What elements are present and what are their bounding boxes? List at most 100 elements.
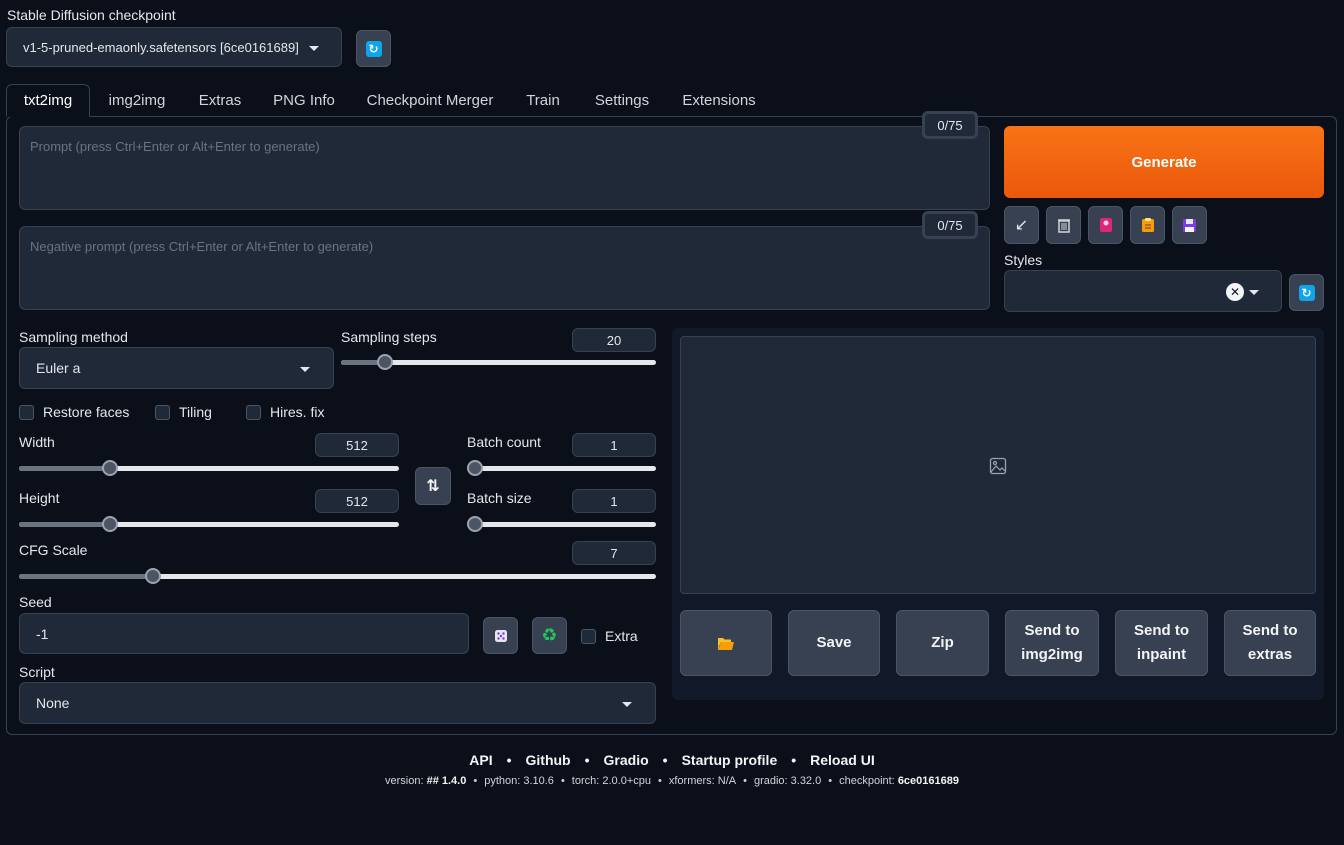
swap-dimensions-button[interactable]: ⇅ (415, 467, 451, 505)
tab-extras[interactable]: Extras (186, 84, 254, 117)
separator: • (662, 752, 668, 768)
checkpoint-value: v1-5-pruned-emaonly.safetensors [6ce0161… (23, 39, 299, 55)
card-icon (1099, 218, 1112, 232)
send-to-inpaint-button[interactable]: Send to inpaint (1115, 610, 1208, 676)
slider-thumb[interactable] (467, 516, 483, 532)
floppy-icon (1183, 218, 1196, 232)
tab-label: PNG Info (273, 92, 335, 109)
tab-extensions[interactable]: Extensions (672, 84, 766, 117)
prompt-placeholder: Prompt (press Ctrl+Enter or Alt+Enter to… (30, 139, 320, 154)
styles-refresh-button[interactable]: ↻ (1289, 274, 1324, 311)
chevron-down-icon (300, 367, 310, 372)
tab-png-info[interactable]: PNG Info (262, 84, 346, 117)
separator: • (473, 775, 478, 787)
negative-prompt-input[interactable]: Negative prompt (press Ctrl+Enter or Alt… (19, 226, 990, 310)
tab-checkpoint-merger[interactable]: Checkpoint Merger (354, 84, 506, 117)
cfg-scale-input[interactable]: 7 (572, 541, 656, 565)
height-slider[interactable] (19, 516, 399, 532)
restore-faces-checkbox[interactable] (19, 405, 34, 420)
checkpoint-refresh-button[interactable]: ↻ (356, 30, 391, 67)
batch-size-label: Batch size (467, 490, 532, 506)
clear-icon[interactable]: ✕ (1226, 283, 1244, 301)
restore-faces-label: Restore faces (43, 404, 130, 420)
extra-seed-checkbox[interactable] (581, 629, 596, 644)
zip-button[interactable]: Zip (896, 610, 989, 676)
seed-input[interactable]: -1 (19, 613, 469, 654)
refresh-icon: ↻ (1298, 284, 1315, 301)
footer-link-gradio[interactable]: Gradio (604, 752, 649, 768)
torch-version: torch: 2.0.0+cpu (571, 775, 651, 787)
tab-label: Extensions (682, 92, 756, 109)
hires-fix-checkbox[interactable] (246, 405, 261, 420)
slider-thumb[interactable] (377, 354, 394, 370)
recycle-icon: ♻ (541, 625, 558, 645)
tab-txt2img[interactable]: txt2img (6, 84, 90, 117)
script-dropdown[interactable]: None (19, 682, 656, 724)
batch-count-input[interactable]: 1 (572, 433, 656, 457)
cfg-scale-slider[interactable] (19, 568, 656, 584)
send-to-img2img-button[interactable]: Send to img2img (1005, 610, 1099, 676)
checkpoint-dropdown[interactable]: v1-5-pruned-emaonly.safetensors [6ce0161… (6, 27, 342, 67)
prompt-token-counter: 0/75 (922, 111, 978, 139)
separator: • (743, 775, 747, 787)
script-value: None (36, 695, 70, 711)
batch-count-slider[interactable] (467, 460, 656, 476)
prompt-input[interactable]: Prompt (press Ctrl+Enter or Alt+Enter to… (19, 126, 990, 210)
tab-label: Extras (198, 92, 242, 109)
footer-link-startup-profile[interactable]: Startup profile (682, 752, 778, 768)
generate-button[interactable]: Generate (1004, 126, 1324, 198)
sampling-method-value: Euler a (36, 360, 81, 376)
width-label: Width (19, 434, 55, 450)
sampling-steps-slider[interactable] (341, 354, 656, 370)
read-params-button[interactable]: ↙ (1004, 206, 1039, 244)
chevron-down-icon (1249, 290, 1259, 295)
image-placeholder-icon (989, 457, 1007, 475)
tab-img2img[interactable]: img2img (96, 84, 178, 117)
reuse-seed-button[interactable]: ♻ (532, 617, 567, 654)
sampling-method-dropdown[interactable]: Euler a (19, 347, 334, 389)
slider-fill (19, 522, 111, 527)
tab-settings[interactable]: Settings (580, 84, 664, 117)
checkpoint-hash: 6ce0161689 (897, 775, 959, 787)
output-gallery[interactable] (680, 336, 1316, 594)
slider-thumb[interactable] (467, 460, 483, 476)
tab-train[interactable]: Train (514, 84, 572, 117)
extra-networks-button[interactable] (1088, 206, 1123, 244)
footer-link-github[interactable]: Github (526, 752, 571, 768)
clear-prompt-button[interactable] (1046, 206, 1081, 244)
xformers-version: xformers: N/A (668, 775, 737, 787)
save-style-button[interactable] (1172, 206, 1207, 244)
slider-fill (19, 466, 111, 471)
batch-size-slider[interactable] (467, 516, 656, 532)
height-input[interactable]: 512 (315, 489, 399, 513)
extra-seed-label: Extra (605, 628, 638, 644)
tab-label: txt2img (23, 92, 73, 109)
height-label: Height (19, 490, 60, 506)
apply-style-button[interactable] (1130, 206, 1165, 244)
random-seed-button[interactable] (483, 617, 518, 654)
styles-label: Styles (1004, 252, 1043, 268)
slider-fill (19, 574, 153, 579)
width-input[interactable]: 512 (315, 433, 399, 457)
separator: • (828, 775, 833, 787)
refresh-icon: ↻ (365, 40, 382, 57)
send-to-extras-button[interactable]: Send to extras (1224, 610, 1316, 676)
python-version: python: 3.10.6 (484, 775, 554, 787)
batch-size-input[interactable]: 1 (572, 489, 656, 513)
slider-thumb[interactable] (144, 568, 161, 584)
footer-link-reload-ui[interactable]: Reload UI (810, 752, 875, 768)
separator: • (658, 775, 662, 787)
tiling-checkbox[interactable] (155, 405, 170, 420)
open-folder-button[interactable] (680, 610, 772, 676)
tiling-label: Tiling (179, 404, 212, 420)
sampling-steps-input[interactable]: 20 (572, 328, 656, 352)
version-value: ## 1.4.0 (426, 775, 467, 787)
width-slider[interactable] (19, 460, 399, 476)
tab-label: Checkpoint Merger (366, 92, 494, 109)
separator: • (506, 752, 512, 768)
styles-dropdown[interactable]: ✕ (1004, 270, 1282, 312)
footer-link-api[interactable]: API (469, 752, 492, 768)
batch-count-label: Batch count (467, 434, 541, 450)
separator: • (791, 752, 797, 768)
save-button[interactable]: Save (788, 610, 880, 676)
